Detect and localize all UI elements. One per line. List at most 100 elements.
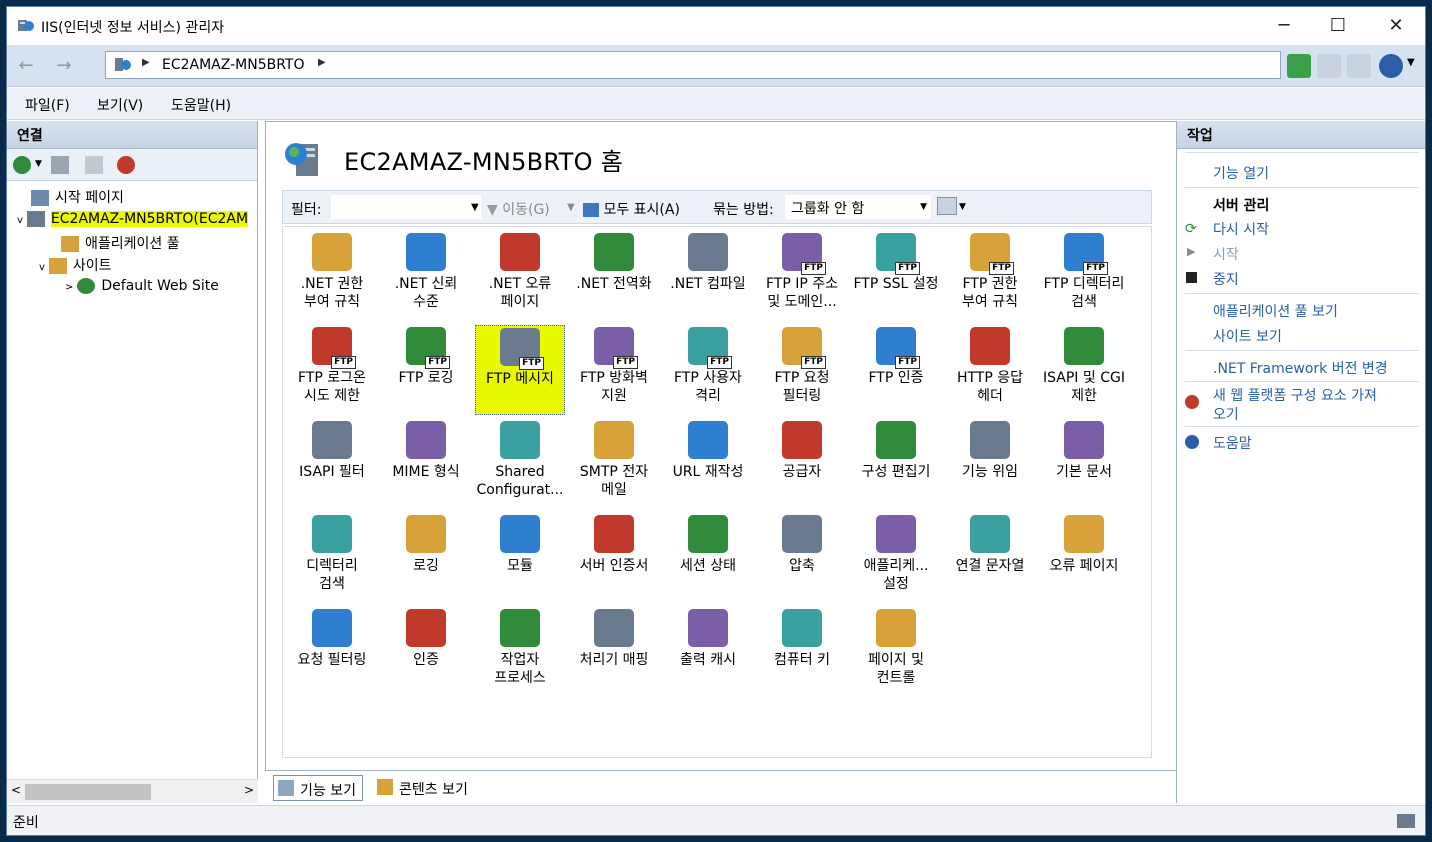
breadcrumb-arrow-icon[interactable]: ▶ [142, 57, 150, 68]
tree-app-pools[interactable]: 애플리케이션 풀 [61, 233, 180, 253]
scrollbar-thumb[interactable] [25, 784, 151, 800]
feature-item[interactable]: 구성 편집기 [851, 419, 941, 509]
feature-item[interactable]: FTP FTP 로깅 [381, 325, 471, 415]
feature-item[interactable]: 작업자 프로세스 [475, 607, 565, 697]
scroll-right-icon[interactable]: > [244, 783, 254, 797]
chevron-down-icon[interactable]: ▼ [920, 202, 927, 212]
feature-item[interactable]: 연결 문자열 [945, 513, 1035, 603]
change-net-version-link[interactable]: .NET Framework 버전 변경 [1213, 358, 1388, 378]
expand-chevron-icon[interactable]: v [39, 262, 45, 273]
feature-item[interactable]: FTP FTP 요청 필터링 [757, 325, 847, 415]
tree-sites[interactable]: v 사이트 [39, 255, 112, 275]
feature-item[interactable]: FTP FTP SSL 설정 [851, 231, 941, 321]
feature-item[interactable]: 출력 캐시 [663, 607, 753, 697]
close-button[interactable]: ✕ [1373, 7, 1419, 45]
tree-start-page[interactable]: 시작 페이지 [31, 187, 124, 207]
get-platform-link[interactable]: 새 웹 플랫폼 구성 요소 가져 [1213, 385, 1377, 405]
feature-item[interactable]: URL 재작성 [663, 419, 753, 509]
feature-item[interactable]: 페이지 및 컨트롤 [851, 607, 941, 697]
feature-item[interactable]: 로깅 [381, 513, 471, 603]
feature-item[interactable]: .NET 신뢰 수준 [381, 231, 471, 321]
feature-item[interactable]: FTP FTP 방화벽 지원 [569, 325, 659, 415]
connect-globe-icon[interactable] [13, 156, 31, 174]
feature-item[interactable]: 기능 위임 [945, 419, 1035, 509]
tab-features-view[interactable]: 기능 보기 [273, 775, 363, 801]
feature-item[interactable]: MIME 형식 [381, 419, 471, 509]
scroll-left-icon[interactable]: < [11, 783, 21, 797]
menu-help[interactable]: 도움말(H) [171, 95, 231, 115]
up-icon[interactable] [85, 156, 103, 174]
get-platform-link-line2[interactable]: 오기 [1213, 404, 1239, 424]
feature-item[interactable]: FTP FTP 디렉터리 검색 [1039, 231, 1129, 321]
address-segment[interactable]: EC2AMAZ-MN5BRTO [162, 57, 305, 73]
feature-icon: FTP [876, 327, 920, 369]
feature-item[interactable]: FTP FTP 권한 부여 규칙 [945, 231, 1035, 321]
feature-item[interactable]: FTP FTP 사용자 격리 [663, 325, 753, 415]
restart-link[interactable]: 다시 시작 [1213, 219, 1269, 239]
breadcrumb-arrow-icon[interactable]: ▶ [318, 57, 326, 68]
back-button[interactable]: ← [13, 54, 39, 78]
minimize-button[interactable]: ─ [1261, 7, 1307, 45]
help-dropdown-icon[interactable]: ▼ [1407, 57, 1415, 68]
go-button[interactable]: ▼ 이동(G) [487, 199, 550, 219]
feature-item[interactable]: ISAPI 필터 [287, 419, 377, 509]
feature-item[interactable]: 서버 인증서 [569, 513, 659, 603]
feature-item[interactable]: .NET 전역화 [569, 231, 659, 321]
home-icon[interactable] [1347, 54, 1371, 78]
filter-input[interactable] [331, 195, 481, 219]
group-by-select[interactable]: 그룹화 안 함 ▼ [785, 195, 931, 219]
feature-item[interactable]: HTTP 응답 헤더 [945, 325, 1035, 415]
feature-item[interactable]: 기본 문서 [1039, 419, 1129, 509]
feature-item[interactable]: FTP FTP 로그온 시도 제한 [287, 325, 377, 415]
stop-link[interactable]: 중지 [1213, 269, 1239, 289]
feature-item[interactable]: FTP FTP 인증 [851, 325, 941, 415]
feature-item[interactable]: .NET 권한 부여 규칙 [287, 231, 377, 321]
open-feature-link[interactable]: 기능 열기 [1213, 163, 1269, 183]
feature-item[interactable]: 공급자 [757, 419, 847, 509]
feature-item[interactable]: 모듈 [475, 513, 565, 603]
feature-item[interactable]: 컴퓨터 키 [757, 607, 847, 697]
feature-item[interactable]: SMTP 전자 메일 [569, 419, 659, 509]
expand-chevron-icon[interactable]: v [17, 215, 23, 226]
tab-content-view[interactable]: 콘텐츠 보기 [373, 775, 474, 801]
start-link[interactable]: 시작 [1213, 244, 1239, 264]
go-dropdown-icon[interactable]: ▼ [567, 202, 575, 213]
feature-item[interactable]: FTP FTP 메시지 [475, 325, 565, 415]
refresh-icon[interactable] [1287, 54, 1311, 78]
feature-item[interactable]: .NET 오류 페이지 [475, 231, 565, 321]
forward-button[interactable]: → [51, 54, 77, 78]
feature-item[interactable]: FTP FTP IP 주소 및 도메인... [757, 231, 847, 321]
view-mode-icon[interactable] [937, 197, 957, 215]
help-icon[interactable] [1379, 54, 1403, 78]
show-all-button[interactable]: 모두 표시(A) [583, 199, 680, 219]
tree-server-node[interactable]: v EC2AMAZ-MN5BRTO(EC2AM [17, 211, 249, 227]
view-sites-link[interactable]: 사이트 보기 [1213, 326, 1282, 346]
feature-item[interactable]: 애플리케... 설정 [851, 513, 941, 603]
connect-dropdown-icon[interactable]: ▼ [35, 159, 42, 169]
collapse-chevron-icon[interactable]: > [65, 282, 73, 293]
save-icon[interactable] [51, 156, 69, 174]
feature-item[interactable]: ISAPI 및 CGI 제한 [1039, 325, 1129, 415]
help-link[interactable]: 도움말 [1213, 433, 1252, 453]
stop-icon[interactable] [1317, 54, 1341, 78]
disconnect-icon[interactable] [117, 156, 135, 174]
feature-icon [876, 609, 916, 647]
feature-item[interactable]: Shared Configurat... [475, 419, 565, 509]
view-mode-dropdown-icon[interactable]: ▼ [959, 202, 966, 212]
feature-item[interactable]: 세션 상태 [663, 513, 753, 603]
address-bar[interactable]: ▶ EC2AMAZ-MN5BRTO ▶ [105, 51, 1281, 79]
feature-item[interactable]: 인증 [381, 607, 471, 697]
feature-item[interactable]: 디렉터리 검색 [287, 513, 377, 603]
feature-item[interactable]: 처리기 매핑 [569, 607, 659, 697]
feature-item[interactable]: .NET 컴파일 [663, 231, 753, 321]
feature-item[interactable]: 오류 페이지 [1039, 513, 1129, 603]
maximize-button[interactable]: ☐ [1315, 7, 1361, 45]
tree-default-web-site[interactable]: > Default Web Site [65, 278, 219, 294]
menu-view[interactable]: 보기(V) [97, 95, 143, 115]
menu-file[interactable]: 파일(F) [25, 95, 70, 115]
feature-item[interactable]: 압축 [757, 513, 847, 603]
filter-dropdown-icon[interactable]: ▼ [471, 202, 479, 213]
view-app-pools-link[interactable]: 애플리케이션 풀 보기 [1213, 301, 1338, 321]
feature-item[interactable]: 요청 필터링 [287, 607, 377, 697]
horizontal-scrollbar[interactable]: < > [7, 779, 258, 803]
